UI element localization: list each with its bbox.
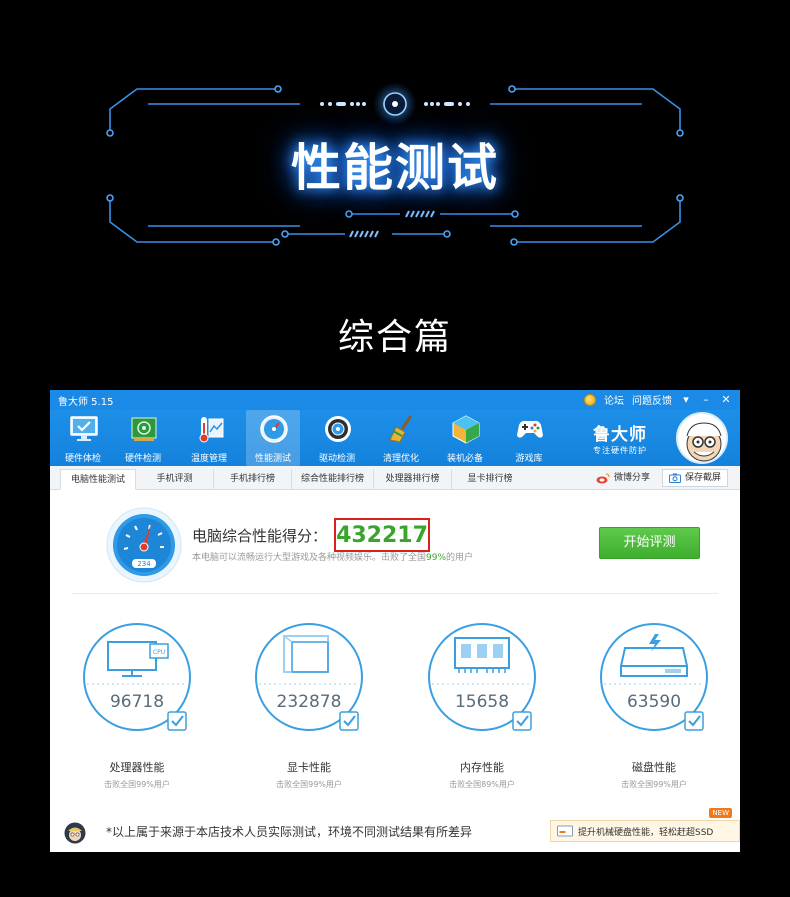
start-benchmark-button[interactable]: 开始评测 <box>599 527 700 559</box>
menu-dropdown-button[interactable]: ▾ <box>680 393 692 407</box>
promo-text: 提升机械硬盘性能，轻松赶超SSD <box>578 827 714 838</box>
tool-label: 清理优化 <box>382 454 419 464</box>
tool-label: 装机必备 <box>446 454 483 464</box>
app-title: 鲁大师 5.15 <box>58 397 114 408</box>
gauge-digits: 234 <box>137 560 151 568</box>
speedometer-icon <box>260 415 288 443</box>
footer-disclaimer: *以上属于来源于本店技术人员实际测试，环境不同测试结果有所差异 <box>106 825 473 839</box>
metric-rank: 击败全国99%用户 <box>276 780 342 789</box>
mascot-small-icon <box>64 822 86 844</box>
metric-disk: 63590 磁盘性能 击败全国99%用户 <box>579 622 729 802</box>
score-desc-suffix: 的用户 <box>446 553 474 563</box>
divider <box>72 593 718 594</box>
minimize-button[interactable]: – <box>700 393 712 407</box>
medal-icon[interactable] <box>584 393 596 406</box>
forum-link[interactable]: 论坛 <box>604 392 624 407</box>
gpu-cube-icon <box>255 623 363 731</box>
tool-game-library[interactable]: 游戏库 <box>502 410 556 466</box>
cpu-monitor-icon: CPU <box>83 623 191 731</box>
hdd-boost-button[interactable]: 提升机械硬盘性能，轻松赶超SSD <box>550 820 740 842</box>
metric-value: 15658 <box>454 692 510 712</box>
title-bar: 鲁大师 5.15 论坛 问题反馈 ▾ – ✕ <box>50 390 740 410</box>
metric-cpu: CPU 96718 处理器性能 击败全国99%用户 <box>62 622 212 802</box>
tool-performance-test[interactable]: 性能测试 <box>246 410 300 466</box>
mascot-face-icon <box>686 422 722 462</box>
metric-rank: 击败全国89%用户 <box>449 780 515 789</box>
metric-name: 处理器性能 <box>109 761 165 774</box>
tool-essentials[interactable]: 装机必备 <box>438 410 492 466</box>
metric-gpu: 232878 显卡性能 击败全国99%用户 <box>234 622 384 802</box>
score-desc-prefix: 本电脑可以流畅运行大型游戏及各种视频娱乐。击败了全国 <box>192 553 427 563</box>
cpu-chip-label: CPU <box>153 649 165 656</box>
tool-hardware-check[interactable]: 硬件体检 <box>56 410 110 466</box>
score-label: 电脑综合性能得分： <box>192 527 328 545</box>
title-links: 论坛 问题反馈 ▾ – ✕ <box>584 392 732 407</box>
camera-icon <box>669 473 681 483</box>
save-screenshot-label: 保存截屏 <box>685 473 722 483</box>
main-toolbar: 硬件体检 硬件检测 温度管理 性能测试 驱动检测 清理优化 装机必备 游戏库 鲁… <box>50 410 740 466</box>
metric-value: 232878 <box>276 692 342 712</box>
metric-value: 96718 <box>109 692 165 712</box>
metric-memory: 15658 内存性能 击败全国89%用户 <box>407 622 557 802</box>
tab-gpu-ranking[interactable]: 显卡排行榜 <box>452 469 528 490</box>
tab-phone-review[interactable]: 手机评测 <box>136 469 214 490</box>
tool-driver-check[interactable]: 驱动检测 <box>310 410 364 466</box>
tool-label: 温度管理 <box>190 454 227 464</box>
overall-score: 432217 <box>336 523 428 548</box>
score-description: 本电脑可以流畅运行大型游戏及各种视频娱乐。击败了全国99%的用户 <box>192 550 473 563</box>
save-screenshot-button[interactable]: 保存截屏 <box>662 469 729 487</box>
disk-boost-icon <box>557 825 573 837</box>
tab-pc-performance[interactable]: 电脑性能测试 <box>60 469 136 490</box>
tool-label: 硬件检测 <box>124 454 161 464</box>
monitor-check-icon <box>70 416 98 441</box>
feedback-link[interactable]: 问题反馈 <box>632 392 672 407</box>
tab-overall-ranking[interactable]: 综合性能排行榜 <box>292 469 374 490</box>
weibo-share-label: 微博分享 <box>614 473 651 483</box>
banner-title: 性能测试 <box>291 139 499 197</box>
weibo-share-button[interactable]: 微博分享 <box>590 469 656 487</box>
banner: 性能测试 <box>0 0 790 300</box>
performance-gauge: 234 <box>106 507 182 583</box>
tool-temperature[interactable]: 温度管理 <box>182 410 236 466</box>
section-title: 综合篇 <box>337 317 452 358</box>
metric-name: 内存性能 <box>460 761 504 774</box>
brand: 鲁大师 专注硬件防护 <box>588 412 728 464</box>
metric-name: 显卡性能 <box>287 761 331 774</box>
tool-hardware-detect[interactable]: 硬件检测 <box>116 410 170 466</box>
weibo-icon <box>596 472 610 483</box>
new-badge: NEW <box>709 808 732 818</box>
gear-disc-icon <box>325 416 351 442</box>
mascot-avatar <box>676 412 728 464</box>
gauge-icon: 234 <box>106 507 182 583</box>
tab-cpu-ranking[interactable]: 处理器排行榜 <box>374 469 452 490</box>
tool-label: 驱动检测 <box>318 454 355 464</box>
app-window: 鲁大师 5.15 论坛 问题反馈 ▾ – ✕ 硬件体检 硬件检测 温度管理 性能… <box>50 390 740 852</box>
tool-label: 硬件体检 <box>64 454 101 464</box>
close-button[interactable]: ✕ <box>720 393 732 407</box>
tool-label: 游戏库 <box>515 454 543 464</box>
metric-value: 63590 <box>626 692 682 712</box>
score-highlight-box: 432217 <box>334 518 430 552</box>
broom-icon <box>389 415 413 443</box>
memory-chip-icon <box>428 623 536 731</box>
brand-name: 鲁大师 <box>593 425 647 445</box>
circuit-board-icon <box>131 417 157 441</box>
brand-slogan: 专注硬件防护 <box>593 446 647 455</box>
score-desc-percent: 99% <box>426 553 447 563</box>
metric-rank: 击败全国99%用户 <box>621 780 687 789</box>
metric-name: 磁盘性能 <box>632 761 676 774</box>
tool-cleanup[interactable]: 清理优化 <box>374 410 428 466</box>
package-cube-icon <box>452 415 480 444</box>
tab-phone-ranking[interactable]: 手机排行榜 <box>214 469 292 490</box>
hard-disk-icon <box>600 623 708 731</box>
tab-bar: 电脑性能测试 手机评测 手机排行榜 综合性能排行榜 处理器排行榜 显卡排行榜 微… <box>50 466 740 490</box>
ssd-promo: NEW 提升机械硬盘性能，轻松赶超SSD <box>550 808 740 852</box>
thermometer-icon <box>199 417 224 443</box>
metric-rank: 击败全国99%用户 <box>104 780 170 789</box>
tool-label: 性能测试 <box>254 454 291 464</box>
gamepad-icon <box>517 420 543 438</box>
